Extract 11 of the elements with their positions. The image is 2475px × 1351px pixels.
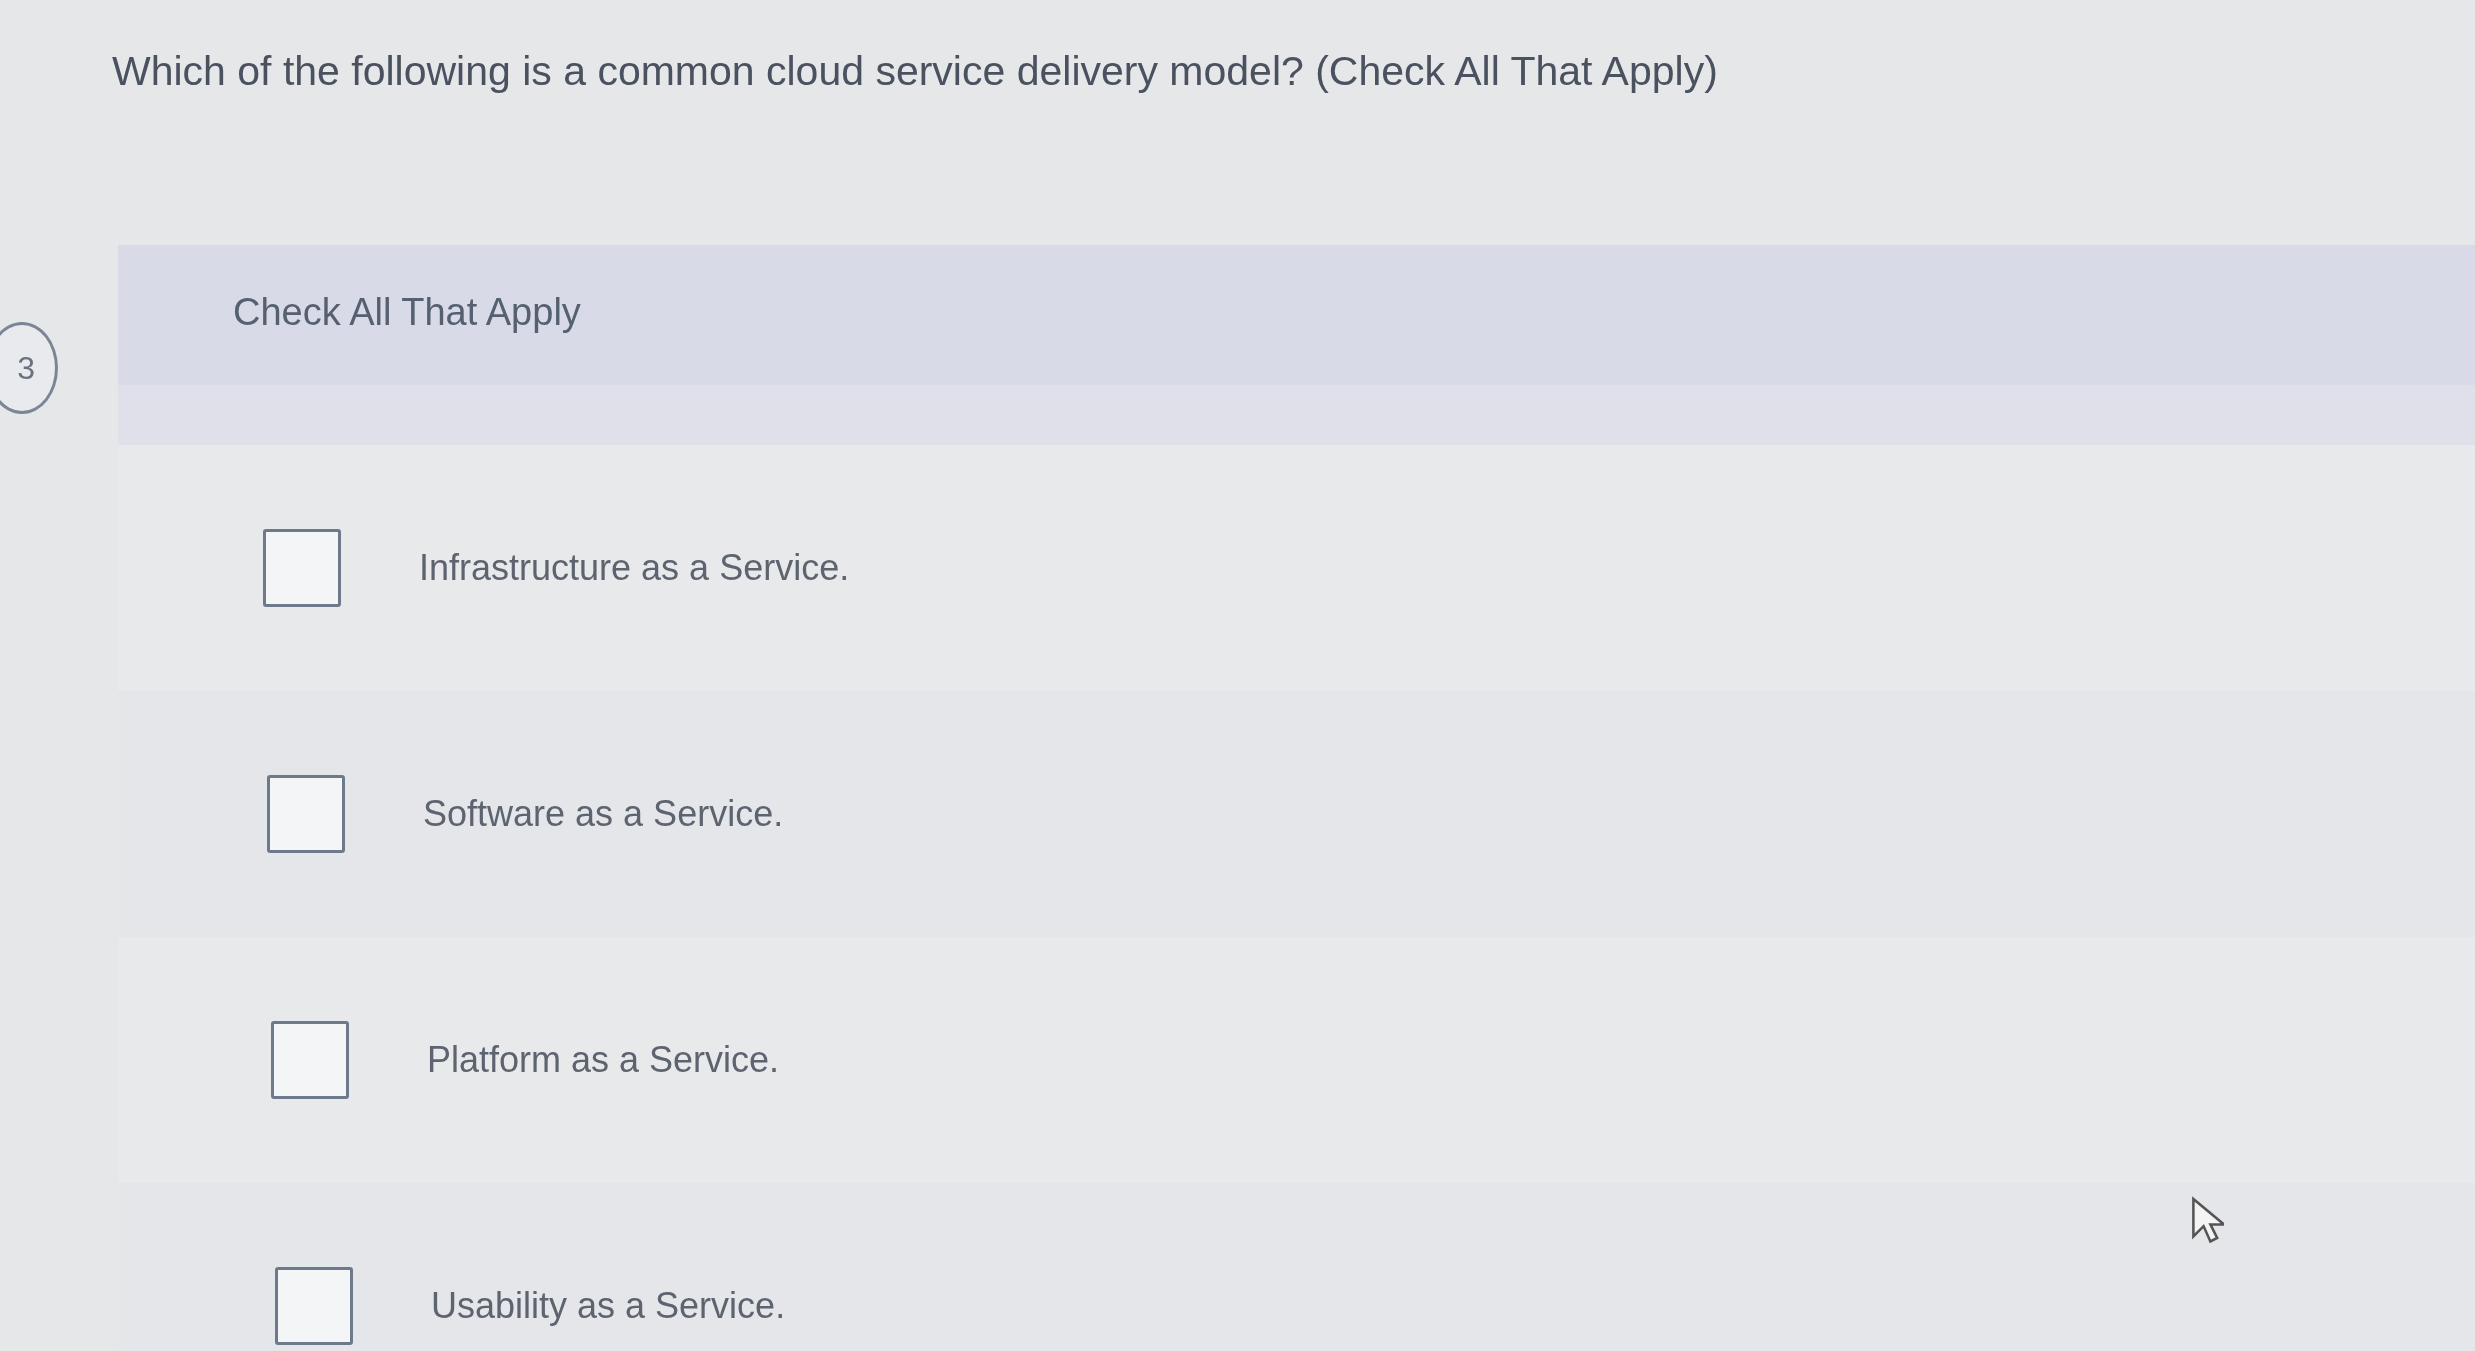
option-label: Usability as a Service. xyxy=(431,1285,786,1327)
option-label: Platform as a Service. xyxy=(427,1039,780,1081)
question-text: Which of the following is a common cloud service delivery model? (Check All That Apply) xyxy=(112,48,1718,95)
checkbox[interactable] xyxy=(263,529,341,607)
option-label: Software as a Service. xyxy=(423,793,784,835)
checkbox[interactable] xyxy=(275,1267,353,1345)
option-label: Infrastructure as a Service. xyxy=(419,547,850,589)
question-number: 3 xyxy=(0,322,58,414)
checkbox[interactable] xyxy=(271,1021,349,1099)
instructions-text: Check All That Apply xyxy=(233,291,581,334)
checkbox[interactable] xyxy=(267,775,345,853)
